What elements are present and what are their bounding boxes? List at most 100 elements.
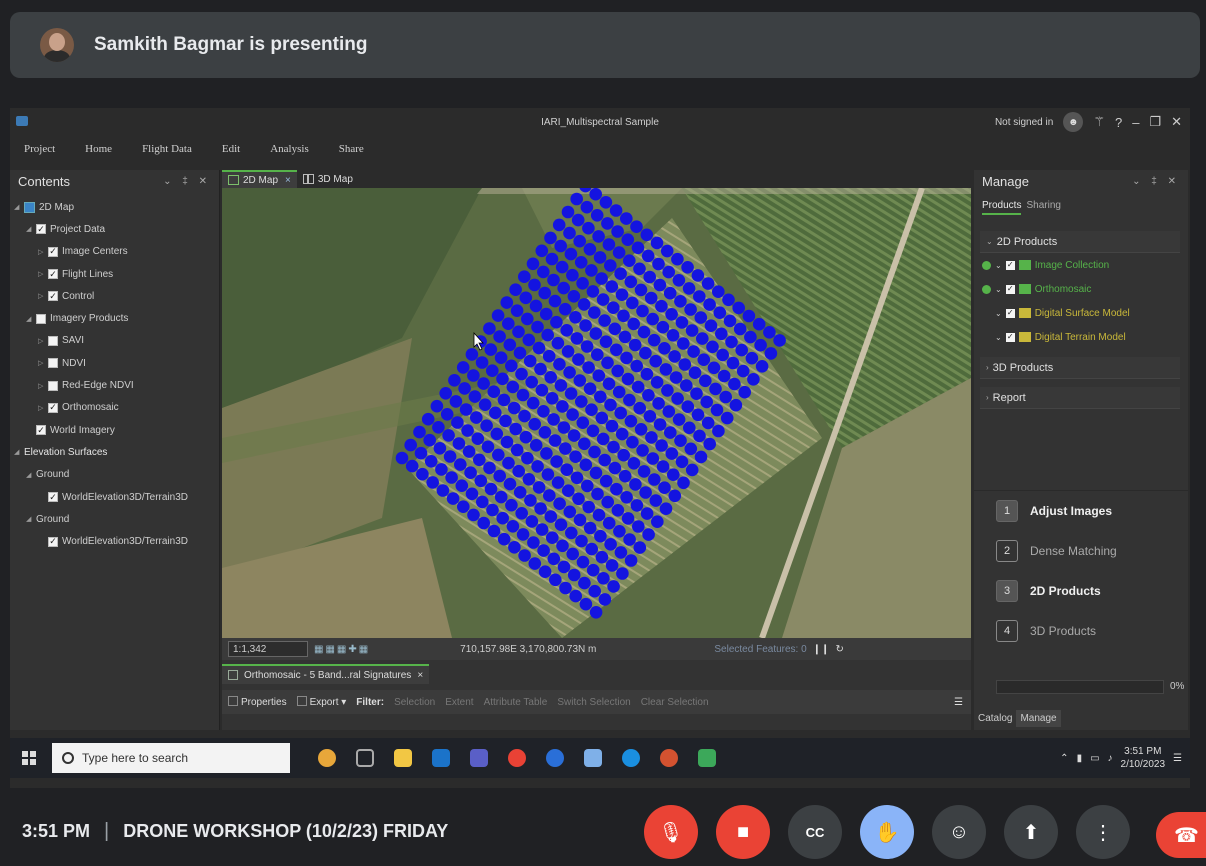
minimize-icon[interactable]: – bbox=[1132, 115, 1139, 130]
volume-icon[interactable]: ♪ bbox=[1108, 753, 1113, 764]
menu-share[interactable]: Share bbox=[325, 138, 380, 162]
chevron-down-icon[interactable]: ⌄ bbox=[995, 261, 1002, 270]
chevron-down-icon[interactable]: ⌄ bbox=[995, 333, 1002, 342]
expand-toggle-icon[interactable]: ▷ bbox=[38, 382, 46, 390]
powerpoint-icon[interactable] bbox=[660, 749, 678, 767]
battery-icon[interactable]: ▭ bbox=[1090, 753, 1099, 764]
raise-hand-icon[interactable]: ✋ bbox=[860, 805, 914, 859]
help-icon[interactable]: ? bbox=[1115, 115, 1122, 130]
expand-toggle-icon[interactable]: ◢ bbox=[26, 515, 34, 523]
layer-checkbox[interactable] bbox=[36, 313, 46, 324]
camera-off-icon[interactable]: ■ bbox=[716, 805, 770, 859]
captions-icon[interactable]: CC bbox=[788, 805, 842, 859]
pause-drawing-icon[interactable]: ❙❙ bbox=[813, 644, 830, 655]
bell-icon[interactable]: ⚚ bbox=[1093, 114, 1105, 130]
expand-toggle-icon[interactable]: ▷ bbox=[38, 292, 46, 300]
layer-checkbox[interactable]: ✓ bbox=[48, 536, 58, 547]
more-options-icon[interactable]: ⋮ bbox=[1076, 805, 1130, 859]
product-item[interactable]: ⌄ ✓ Orthomosaic bbox=[974, 277, 1188, 301]
layer-tree-item[interactable]: ✓ WorldElevation3D/Terrain3D bbox=[10, 530, 219, 552]
expand-toggle-icon[interactable]: ◢ bbox=[26, 471, 34, 479]
chevron-down-icon[interactable]: ⌄ bbox=[995, 309, 1002, 318]
tab-3d-map[interactable]: 3D Map bbox=[297, 170, 359, 188]
coordinates-readout[interactable]: 710,157.98E 3,170,800.73N m bbox=[460, 644, 596, 655]
task-view-icon[interactable] bbox=[356, 749, 374, 767]
layer-tree-item[interactable]: ✓ WorldElevation3D/Terrain3D bbox=[10, 486, 219, 508]
drone2map-icon[interactable] bbox=[698, 749, 716, 767]
layer-tree-item[interactable]: ▷ ✓ Image Centers bbox=[10, 241, 219, 263]
filter-extent-button[interactable]: Extent bbox=[445, 697, 473, 708]
layer-tree-item[interactable]: ◢ Imagery Products bbox=[10, 307, 219, 329]
account-icon[interactable]: ☻ bbox=[1063, 112, 1084, 132]
mic-off-icon[interactable]: 🎙 bbox=[644, 805, 698, 859]
selected-features-count[interactable]: Selected Features: 0 bbox=[714, 644, 806, 655]
edge-icon[interactable] bbox=[546, 749, 564, 767]
layer-checkbox[interactable] bbox=[48, 358, 58, 369]
section-report[interactable]: › Report bbox=[980, 387, 1180, 409]
chevron-down-icon[interactable]: ⌄ bbox=[995, 285, 1002, 294]
close-icon[interactable]: ✕ bbox=[1171, 114, 1182, 130]
map-nav-tools-icon[interactable]: ▦▦▦✚▦ bbox=[314, 644, 370, 655]
layer-tree-item[interactable]: ◢ Elevation Surfaces bbox=[10, 441, 219, 463]
signin-status[interactable]: Not signed in bbox=[995, 117, 1053, 128]
product-checkbox[interactable]: ✓ bbox=[1005, 260, 1015, 270]
layer-checkbox[interactable]: ✓ bbox=[48, 269, 58, 280]
layer-tree-item[interactable]: ◢ ✓ Project Data bbox=[10, 218, 219, 240]
product-checkbox[interactable]: ✓ bbox=[1005, 332, 1015, 342]
menu-analysis[interactable]: Analysis bbox=[256, 138, 325, 162]
tab-2d-map[interactable]: 2D Map × bbox=[222, 170, 297, 188]
menu-home[interactable]: Home bbox=[71, 138, 128, 162]
leave-call-icon[interactable]: ☎ bbox=[1156, 812, 1206, 858]
map-canvas[interactable] bbox=[222, 188, 971, 638]
taskbar-clock[interactable]: 3:51 PM 2/10/2023 bbox=[1121, 745, 1166, 771]
expand-toggle-icon[interactable]: ▷ bbox=[38, 248, 46, 256]
layer-checkbox[interactable]: ✓ bbox=[36, 224, 46, 235]
filter-selection-button[interactable]: Selection bbox=[394, 697, 435, 708]
layer-tree-item[interactable]: ▷ ✓ Control bbox=[10, 285, 219, 307]
chrome-icon[interactable] bbox=[508, 749, 526, 767]
refresh-icon[interactable]: ↻ bbox=[835, 644, 843, 655]
properties-button[interactable]: Properties bbox=[228, 696, 287, 708]
tab-sharing[interactable]: Sharing bbox=[1026, 200, 1060, 215]
expand-toggle-icon[interactable]: ▷ bbox=[38, 404, 46, 412]
tray-overflow-icon[interactable]: ⌃ bbox=[1060, 753, 1068, 764]
product-checkbox[interactable]: ✓ bbox=[1005, 284, 1015, 294]
section-2d-products[interactable]: ⌄ 2D Products bbox=[980, 231, 1180, 253]
layer-tree-item[interactable]: ◢ Ground bbox=[10, 508, 219, 530]
menu-edit[interactable]: Edit bbox=[208, 138, 256, 162]
network-icon[interactable]: ▮ bbox=[1077, 753, 1083, 764]
workflow-step[interactable]: 2 Dense Matching bbox=[974, 531, 1188, 571]
tab-products[interactable]: Products bbox=[982, 200, 1022, 215]
product-item[interactable]: ⌄ ✓ Digital Terrain Model bbox=[974, 325, 1188, 349]
workflow-step[interactable]: 4 3D Products bbox=[974, 611, 1188, 651]
layer-tree-item[interactable]: ◢ 2D Map bbox=[10, 196, 219, 218]
product-checkbox[interactable]: ✓ bbox=[1005, 308, 1015, 318]
layer-checkbox[interactable] bbox=[48, 335, 58, 346]
layer-checkbox[interactable]: ✓ bbox=[48, 402, 58, 413]
expand-toggle-icon[interactable]: ▷ bbox=[38, 359, 46, 367]
attribute-table-tab[interactable]: Orthomosaic - 5 Band...ral Signatures × bbox=[222, 664, 430, 684]
expand-toggle-icon[interactable]: ▷ bbox=[38, 270, 46, 278]
notifications-icon[interactable]: ☰ bbox=[1173, 753, 1182, 764]
layer-tree-item[interactable]: ▷ SAVI bbox=[10, 330, 219, 352]
switch-selection-button[interactable]: Switch Selection bbox=[557, 697, 630, 708]
todo-icon[interactable] bbox=[584, 749, 602, 767]
layer-checkbox[interactable]: ✓ bbox=[36, 425, 46, 436]
workflow-step[interactable]: 1 Adjust Images bbox=[974, 491, 1188, 531]
pane-controls[interactable]: ⌄ ‡ ✕ bbox=[163, 176, 211, 187]
layer-tree-item[interactable]: ▷ Red-Edge NDVI bbox=[10, 374, 219, 396]
expand-toggle-icon[interactable]: ▷ bbox=[38, 337, 46, 345]
product-item[interactable]: ⌄ ✓ Image Collection bbox=[974, 253, 1188, 277]
expand-toggle-icon[interactable]: ◢ bbox=[14, 448, 22, 456]
layer-checkbox[interactable] bbox=[48, 380, 58, 391]
weather-icon[interactable] bbox=[318, 749, 336, 767]
layer-tree-item[interactable]: ✓ World Imagery bbox=[10, 419, 219, 441]
layer-checkbox[interactable]: ✓ bbox=[48, 291, 58, 302]
attribute-table-button[interactable]: Attribute Table bbox=[484, 697, 548, 708]
map-view[interactable] bbox=[222, 188, 971, 638]
expand-toggle-icon[interactable]: ◢ bbox=[26, 225, 34, 233]
attribute-tab-close-icon[interactable]: × bbox=[417, 670, 423, 681]
restore-icon[interactable]: ❐ bbox=[1149, 114, 1161, 130]
layer-tree-item[interactable]: ▷ ✓ Flight Lines bbox=[10, 263, 219, 285]
file-explorer-icon[interactable] bbox=[394, 749, 412, 767]
